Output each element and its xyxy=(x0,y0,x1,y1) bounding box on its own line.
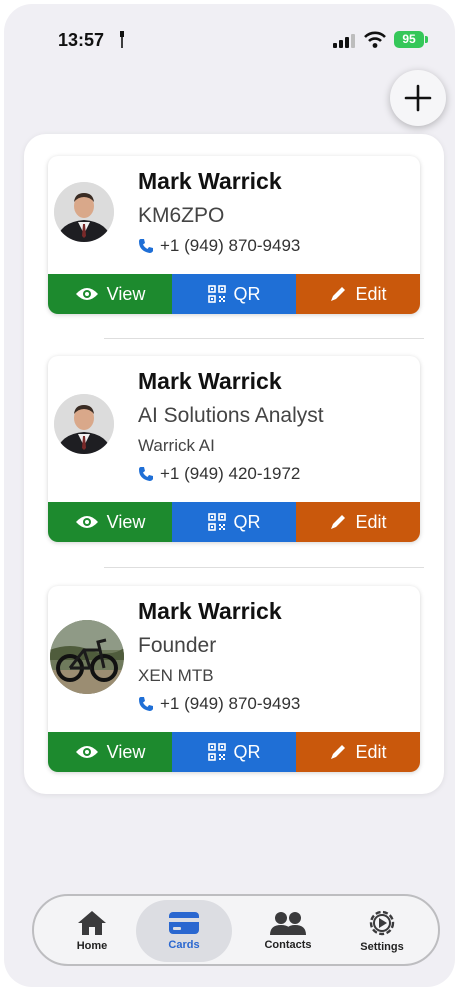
phone-number: +1 (949) 870-9493 xyxy=(160,236,301,255)
battery-level: 95 xyxy=(402,32,416,46)
phone-screen: 13:57 95 Mark Warrick KM6ZPO +1 (949) 87… xyxy=(4,4,455,987)
qr-label: QR xyxy=(233,511,261,532)
mountain-bike-photo-image xyxy=(50,620,124,694)
edit-button[interactable]: Edit xyxy=(296,274,420,314)
view-label: View xyxy=(106,283,146,304)
card-actions: View QR Edit xyxy=(48,502,420,542)
phone-icon xyxy=(139,697,153,711)
signal-icon xyxy=(333,34,355,48)
card-actions: View QR Edit xyxy=(48,732,420,772)
qr-label: QR xyxy=(233,283,261,304)
view-button[interactable]: View xyxy=(48,274,172,314)
pencil-icon xyxy=(331,515,346,529)
edit-label: Edit xyxy=(355,511,387,532)
eye-icon xyxy=(75,516,98,528)
tab-label: Cards xyxy=(168,939,200,951)
pencil-icon xyxy=(331,287,346,301)
card-icon xyxy=(169,912,199,934)
phone-number: +1 (949) 420-1972 xyxy=(160,464,301,483)
edit-label: Edit xyxy=(355,283,387,304)
edit-button[interactable]: Edit xyxy=(296,502,420,542)
business-card[interactable]: Mark Warrick AI Solutions Analyst Warric… xyxy=(48,356,420,542)
gear-icon xyxy=(369,910,395,936)
card-title: Founder xyxy=(138,634,217,657)
people-icon xyxy=(270,912,306,935)
tab-label: Home xyxy=(76,940,108,952)
card-title: AI Solutions Analyst xyxy=(138,404,324,427)
view-label: View xyxy=(106,511,146,532)
eye-icon xyxy=(75,746,98,758)
phone-icon xyxy=(139,239,153,253)
tab-settings[interactable]: Settings xyxy=(334,900,430,962)
card-callsign: KM6ZPO xyxy=(138,204,225,227)
business-card[interactable]: Mark Warrick KM6ZPO +1 (949) 870-9493 Vi… xyxy=(48,156,420,314)
phone-icon xyxy=(139,467,153,481)
wifi-icon xyxy=(364,31,386,48)
qr-code-icon xyxy=(207,285,226,303)
card-company: Warrick AI xyxy=(138,436,215,455)
card-phone[interactable]: +1 (949) 870-9493 xyxy=(138,236,300,256)
location-pin-icon xyxy=(120,31,124,48)
house-icon xyxy=(78,911,106,935)
edit-label: Edit xyxy=(355,741,387,762)
tab-cards[interactable]: Cards xyxy=(136,900,232,962)
card-company: XEN MTB xyxy=(138,666,214,685)
status-time: 13:57 xyxy=(58,30,105,50)
card-name: Mark Warrick xyxy=(138,368,282,394)
qr-label: QR xyxy=(233,741,261,762)
avatar xyxy=(54,394,114,454)
business-portrait-image xyxy=(54,182,114,242)
card-divider xyxy=(104,338,424,339)
tab-label: Settings xyxy=(360,941,404,953)
avatar xyxy=(50,620,124,694)
card-phone[interactable]: +1 (949) 870-9493 xyxy=(138,694,300,714)
business-portrait-image xyxy=(54,394,114,454)
tab-contacts[interactable]: Contacts xyxy=(240,900,336,962)
edit-button[interactable]: Edit xyxy=(296,732,420,772)
qr-button[interactable]: QR xyxy=(172,502,296,542)
battery-indicator: 95 xyxy=(394,31,424,48)
view-label: View xyxy=(106,741,146,762)
plus-icon xyxy=(404,84,432,112)
pencil-icon xyxy=(331,745,346,759)
phone-number: +1 (949) 870-9493 xyxy=(160,694,301,713)
card-actions: View QR Edit xyxy=(48,274,420,314)
qr-button[interactable]: QR xyxy=(172,732,296,772)
battery-tip xyxy=(425,36,428,43)
qr-code-icon xyxy=(207,513,226,531)
cards-panel: Mark Warrick KM6ZPO +1 (949) 870-9493 Vi… xyxy=(24,134,444,794)
eye-icon xyxy=(75,288,98,300)
tab-label: Contacts xyxy=(264,939,312,951)
add-card-button[interactable] xyxy=(390,70,446,126)
avatar xyxy=(54,182,114,242)
tab-bar: Home Cards Contacts Settings xyxy=(32,894,440,966)
view-button[interactable]: View xyxy=(48,732,172,772)
card-name: Mark Warrick xyxy=(138,168,282,194)
business-card[interactable]: Mark Warrick Founder XEN MTB +1 (949) 87… xyxy=(48,586,420,772)
card-divider xyxy=(104,567,424,568)
tab-home[interactable]: Home xyxy=(44,900,140,962)
card-phone[interactable]: +1 (949) 420-1972 xyxy=(138,464,300,484)
view-button[interactable]: View xyxy=(48,502,172,542)
qr-button[interactable]: QR xyxy=(172,274,296,314)
card-name: Mark Warrick xyxy=(138,598,282,624)
qr-code-icon xyxy=(207,743,226,761)
